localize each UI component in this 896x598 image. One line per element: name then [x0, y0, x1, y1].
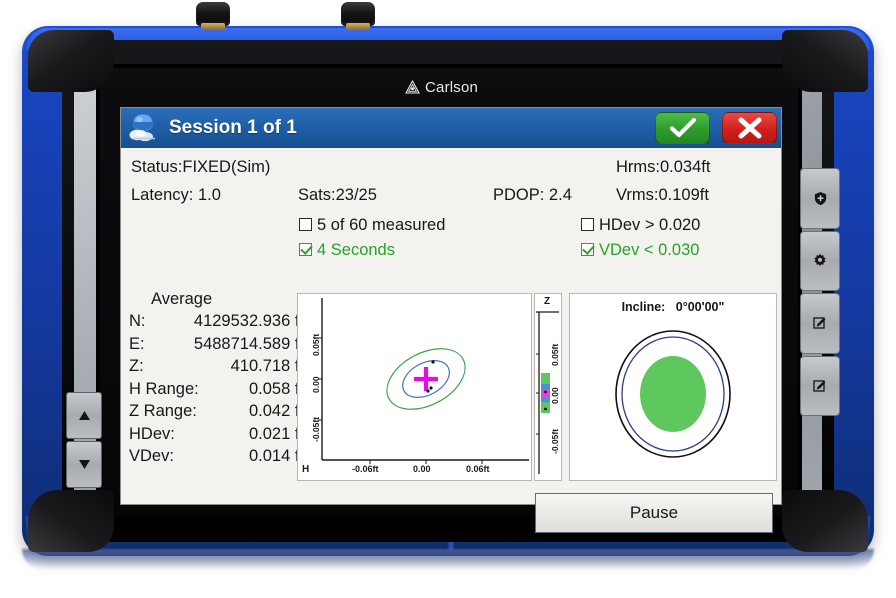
down-arrow-icon	[78, 460, 90, 469]
z-ytick-1: 0.00	[550, 387, 560, 404]
scatter-corner-label: H	[302, 464, 310, 475]
side-button-settings[interactable]	[800, 230, 840, 291]
data-key: H Range:	[129, 379, 199, 398]
gear-icon	[814, 253, 826, 266]
data-value: 0.058 ft	[248, 379, 304, 398]
average-data-column: Average N: 4129532.936 ft E: 5488714.589…	[129, 288, 304, 468]
carlson-brand-text: Carlson	[425, 78, 479, 96]
data-value: 0.042 ft	[248, 402, 304, 420]
case-shadow	[22, 549, 874, 569]
incline-panel: Incline: 0°00'00"	[569, 293, 777, 481]
up-arrow-icon	[78, 411, 90, 420]
measured-label: 5 of 60 measured	[317, 216, 446, 234]
edit-pen-icon	[813, 317, 826, 329]
data-row-h-range: H Range: 0.058 ft	[129, 378, 304, 401]
corner-bumper-top-right	[782, 30, 868, 92]
data-key: VDev:	[129, 447, 174, 465]
vertical-z-plot: Z 0.05ft 0.00 -0.05ft	[534, 293, 562, 481]
horizontal-scatter-plot: 0.05ft 0.00 -0.05ft -0.06ft 0.00 0.06ft …	[297, 293, 532, 481]
gps-satellite-icon	[127, 113, 161, 143]
seconds-checkbox[interactable]	[299, 243, 312, 256]
pause-button[interactable]: Pause	[535, 493, 773, 533]
hdev-checkbox[interactable]	[581, 218, 594, 231]
pause-button-label: Pause	[629, 503, 679, 522]
window-title: Session 1 of 1	[169, 117, 297, 138]
data-key: Z:	[129, 357, 144, 375]
check-icon	[669, 117, 696, 138]
side-button-group-left	[66, 392, 102, 488]
close-icon	[738, 117, 761, 139]
data-row-z-range: Z Range: 0.042 ft	[129, 400, 304, 423]
measured-checkbox-row[interactable]: 5 of 60 measured	[299, 216, 445, 235]
corner-bumper-bottom-left	[28, 490, 114, 552]
data-key: N:	[129, 312, 146, 330]
hrms-label: Hrms:0.034ft	[616, 158, 711, 176]
incline-label: Incline:	[621, 300, 666, 314]
data-value: 4129532.936 ft	[193, 312, 304, 330]
vdev-checkbox[interactable]	[581, 243, 594, 256]
average-heading: Average	[151, 290, 213, 308]
data-value: 0.021 ft	[248, 424, 304, 443]
corner-bumper-top-left	[28, 30, 114, 92]
latency-label: Latency: 1.0	[131, 186, 221, 204]
scatter-xtick-1: 0.00	[413, 464, 431, 474]
incline-value: 0°00'00"	[675, 300, 725, 314]
satellites-label: Sats:23/25	[298, 186, 377, 204]
application-window: Session 1 of 1 Status:FIXED(Sim) Latency…	[120, 107, 782, 533]
side-button-down[interactable]	[66, 441, 102, 488]
z-ytick-2: -0.05ft	[550, 428, 560, 454]
data-row-e: E: 5488714.589 ft	[129, 333, 304, 356]
side-button-edit-1[interactable]	[800, 293, 840, 354]
incline-title-row: Incline: 0°00'00"	[570, 300, 776, 314]
shield-icon	[814, 191, 826, 205]
scatter-xtick-0: -0.06ft	[352, 464, 379, 474]
data-row-z: Z: 410.718 ft	[129, 355, 304, 378]
antenna-connector-right	[341, 2, 375, 32]
vdev-checkbox-row[interactable]: VDev < 0.030	[581, 241, 699, 260]
scatter-ytick-1: 0.00	[311, 376, 321, 393]
data-row-hdev: HDev: 0.021 ft	[129, 423, 304, 446]
side-button-edit-2[interactable]	[800, 355, 840, 416]
scatter-ytick-0: 0.05ft	[311, 333, 321, 356]
hdev-checkbox-row[interactable]: HDev > 0.020	[581, 216, 700, 235]
status-fix-label: Status:FIXED(Sim)	[131, 158, 271, 176]
z-strip-title: Z	[544, 296, 551, 307]
seconds-label: 4 Seconds	[317, 241, 395, 259]
edit-pen-icon	[813, 380, 826, 392]
scatter-xtick-2: 0.06ft	[466, 464, 490, 474]
z-ytick-0: 0.05ft	[550, 343, 560, 366]
data-key: HDev:	[129, 424, 175, 443]
scatter-ytick-2: -0.05ft	[311, 416, 321, 442]
title-bar: Session 1 of 1	[121, 108, 781, 148]
data-value: 410.718 ft	[230, 357, 304, 375]
hdev-limit-label: HDev > 0.020	[599, 216, 701, 234]
cancel-button[interactable]	[722, 112, 777, 144]
scatter-plot-svg	[318, 298, 529, 464]
data-row-n: N: 4129532.936 ft	[129, 310, 304, 333]
corner-bumper-bottom-right	[782, 490, 868, 552]
screenshot-root: Carlson Session 1 of 1 Status:FIXED(Sim)…	[0, 0, 896, 598]
carlson-brand-logo: Carlson	[404, 76, 504, 98]
seconds-checkbox-row[interactable]: 4 Seconds	[299, 241, 395, 260]
side-button-group-right	[800, 168, 840, 416]
data-row-vdev: VDev: 0.014 ft	[129, 445, 304, 468]
side-button-shield[interactable]	[800, 168, 840, 229]
antenna-connector-left	[196, 2, 230, 32]
window-content: Status:FIXED(Sim) Latency: 1.0 Sats:23/2…	[121, 148, 781, 533]
accept-button[interactable]	[655, 112, 710, 144]
vrms-label: Vrms:0.109ft	[616, 186, 709, 204]
data-key: Z Range:	[129, 402, 197, 420]
data-value: 0.014 ft	[248, 447, 304, 465]
pdop-label: PDOP: 2.4	[493, 186, 572, 204]
measured-checkbox[interactable]	[299, 218, 312, 231]
vdev-limit-label: VDev < 0.030	[599, 241, 700, 259]
data-key: E:	[129, 334, 145, 353]
carlson-pyramid-icon	[405, 79, 420, 94]
bubble-level-icon	[615, 330, 731, 458]
data-value: 5488714.589 ft	[193, 334, 304, 353]
side-button-up[interactable]	[66, 392, 102, 439]
